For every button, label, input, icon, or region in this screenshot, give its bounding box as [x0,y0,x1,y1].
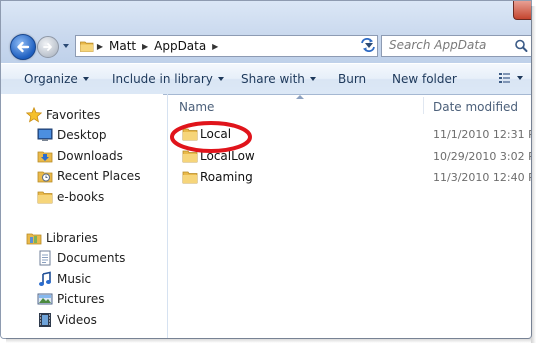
sidebar-item-libraries[interactable]: Libraries [26,230,98,246]
highlight-circle [170,121,252,153]
folder-icon [37,191,53,204]
folder-icon [80,41,94,52]
chevron-down-icon [309,77,316,81]
recent-places-icon [37,171,53,183]
include-in-library-label: Include in library [112,72,213,86]
sidebar-item-label: Music [57,272,92,286]
share-with-label: Share with [241,72,305,86]
recent-pages-dropdown-icon[interactable] [61,41,71,51]
file-date: 10/29/2010 3:02 PM [433,150,531,163]
sidebar-item-label: Videos [57,313,97,327]
column-divider[interactable] [423,97,424,114]
explorer-window: ▶ Matt ▶ AppData ▶ Or [0,0,532,339]
downloads-icon [37,151,53,163]
back-arrow-icon [17,41,30,53]
column-header-name[interactable]: Name [179,100,214,114]
documents-icon [39,250,51,266]
sidebar-item-downloads[interactable]: Downloads [37,148,123,164]
file-name: Roaming [200,170,253,184]
window-shadow [6,338,531,343]
chevron-down-icon [82,77,89,81]
star-icon [26,107,42,123]
videos-icon [39,313,51,327]
refresh-button[interactable] [357,35,379,55]
folder-icon [182,171,198,184]
forward-button[interactable] [37,36,59,58]
file-date: 11/3/2010 12:40 PM [433,171,531,184]
sidebar-item-label: Recent Places [57,169,141,183]
organize-menu-button[interactable]: Organize [24,72,89,86]
search-input[interactable] [382,36,509,54]
breadcrumb-separator[interactable]: ▶ [94,42,106,51]
window-shadow [531,6,536,343]
new-folder-label: New folder [392,72,457,86]
sidebar-item-recent-places[interactable]: Recent Places [37,168,140,184]
file-list: Name Date modified Local 11/1/2010 12:31… [169,94,531,338]
libraries-icon [26,233,42,245]
sidebar-item-label: Pictures [57,292,105,306]
view-details-icon [499,73,523,83]
sidebar-item-pictures[interactable]: Pictures [37,291,105,307]
pictures-icon [37,293,53,305]
sidebar-item-favorites[interactable]: Favorites [26,107,100,123]
breadcrumb-separator[interactable]: ▶ [139,42,151,51]
share-with-button[interactable]: Share with [241,72,316,86]
file-date: 11/1/2010 12:31 PM [433,128,531,141]
breadcrumb-appdata[interactable]: AppData [151,39,209,53]
file-row-roaming[interactable]: Roaming 11/3/2010 12:40 PM [169,167,531,187]
organize-label: Organize [24,72,78,86]
music-icon [39,271,51,286]
pane-divider[interactable] [167,94,168,338]
chevron-down-icon [217,77,224,81]
search-icon[interactable] [514,39,528,53]
sidebar-item-label: Libraries [46,231,98,245]
command-bar: Organize Include in library Share with B… [1,63,531,95]
sidebar-item-label: e-books [57,190,105,204]
sidebar-item-music[interactable]: Music [37,271,91,287]
burn-button[interactable]: Burn [338,72,366,86]
refresh-icon [361,38,375,52]
breadcrumb-matt[interactable]: Matt [106,39,139,53]
sidebar-item-e-books[interactable]: e-books [37,189,104,205]
sidebar-item-documents[interactable]: Documents [37,250,125,266]
sidebar-item-desktop[interactable]: Desktop [37,127,107,143]
back-button[interactable] [10,34,36,60]
change-view-button[interactable] [499,72,525,87]
include-in-library-button[interactable]: Include in library [112,72,224,86]
search-box[interactable] [381,35,531,57]
burn-label: Burn [338,72,367,86]
sidebar-item-videos[interactable]: Videos [37,312,97,328]
sidebar-item-label: Downloads [57,149,123,163]
forward-arrow-icon [43,43,52,51]
sidebar-item-label: Documents [57,251,126,265]
sidebar-item-label: Desktop [57,128,107,142]
navigation-pane: Favorites Desktop Downloads Recent Place… [1,94,168,338]
breadcrumb-separator[interactable]: ▶ [209,42,221,51]
close-button[interactable] [513,1,531,20]
new-folder-button[interactable]: New folder [392,72,457,86]
sidebar-item-label: Favorites [46,108,101,122]
desktop-icon [37,128,53,141]
address-bar-area: ▶ Matt ▶ AppData ▶ [1,1,531,63]
column-header-date-modified[interactable]: Date modified [433,100,518,114]
address-bar[interactable]: ▶ Matt ▶ AppData ▶ [75,35,378,57]
sort-ascending-icon [296,95,304,99]
